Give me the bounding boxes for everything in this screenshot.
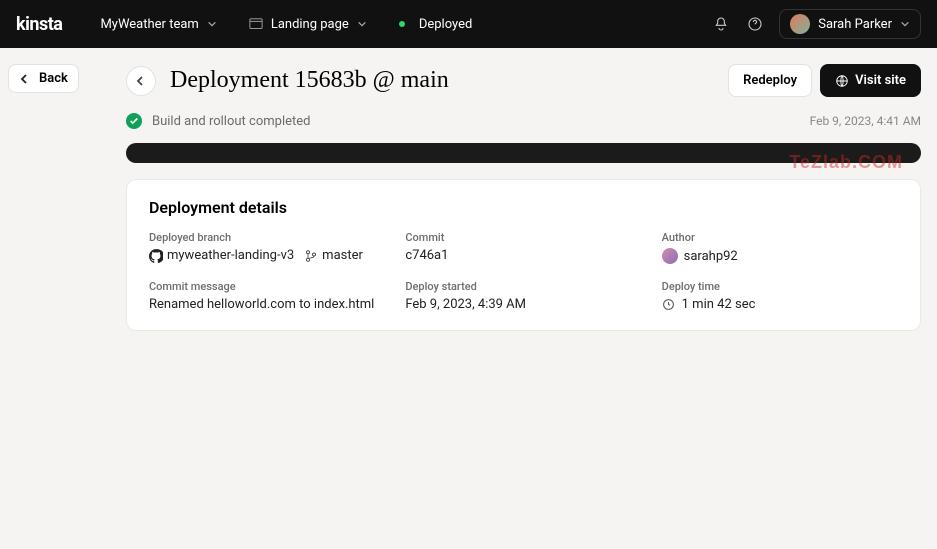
help-button[interactable] xyxy=(741,10,769,38)
author-label: Author xyxy=(662,231,898,244)
deploy-time-value: 1 min 42 sec xyxy=(682,297,756,312)
status-dot-icon xyxy=(399,21,405,27)
chevron-down-icon xyxy=(207,19,217,29)
commit-label: Commit xyxy=(405,231,641,244)
branch-name: master xyxy=(322,248,363,263)
logo: kinsta xyxy=(16,14,62,35)
arrow-left-icon xyxy=(19,73,31,85)
sidebar: Back xyxy=(0,48,126,549)
chevron-down-icon xyxy=(357,19,367,29)
visit-site-button[interactable]: Visit site xyxy=(820,64,921,97)
chevron-down-icon xyxy=(900,19,910,29)
commit-value: c746a1 xyxy=(405,248,641,263)
status-row: Build and rollout completed Feb 9, 2023,… xyxy=(126,113,921,129)
commit-msg-value: Renamed helloworld.com to index.html xyxy=(149,297,385,312)
deploy-started-label: Deploy started xyxy=(405,280,641,293)
check-icon xyxy=(126,113,142,129)
bell-icon xyxy=(713,16,729,32)
app-name: Landing page xyxy=(271,17,349,32)
status-text: Deployed xyxy=(419,17,473,32)
status-message: Build and rollout completed xyxy=(152,114,310,129)
globe-icon xyxy=(835,74,849,88)
page-header: Deployment 15683b @ main Redeploy Visit … xyxy=(126,64,921,97)
details-heading: Deployment details xyxy=(149,198,898,217)
branch-label: Deployed branch xyxy=(149,231,385,244)
arrow-left-icon xyxy=(135,75,147,87)
watermark: TeZlab.COM xyxy=(789,152,903,173)
help-icon xyxy=(747,16,763,32)
author-value: sarahp92 xyxy=(684,249,738,264)
team-dropdown[interactable]: MyWeather team xyxy=(90,11,226,38)
status-timestamp: Feb 9, 2023, 4:41 AM xyxy=(810,114,921,128)
branch-icon xyxy=(304,249,318,263)
avatar xyxy=(662,248,678,264)
branch-repo: myweather-landing-v3 xyxy=(167,248,294,263)
deploy-started-value: Feb 9, 2023, 4:39 AM xyxy=(405,297,641,312)
build-log[interactable]: TeZlab.COM xyxy=(126,143,921,163)
status-chip: Deployed xyxy=(389,11,483,38)
user-menu[interactable]: Sarah Parker xyxy=(779,9,921,39)
back-button[interactable]: Back xyxy=(8,64,79,93)
clock-icon xyxy=(662,298,676,312)
visit-label: Visit site xyxy=(855,73,906,88)
github-icon xyxy=(149,249,163,263)
user-name: Sarah Parker xyxy=(818,17,892,32)
header-back-button[interactable] xyxy=(126,66,156,96)
app-dropdown[interactable]: Landing page xyxy=(239,11,377,38)
notifications-button[interactable] xyxy=(707,10,735,38)
topbar: kinsta MyWeather team Landing page Deplo… xyxy=(0,0,937,48)
page-title: Deployment 15683b @ main xyxy=(170,67,720,94)
commit-msg-label: Commit message xyxy=(149,280,385,293)
deploy-time-label: Deploy time xyxy=(662,280,898,293)
app-icon xyxy=(249,17,263,31)
redeploy-button[interactable]: Redeploy xyxy=(728,64,812,97)
avatar xyxy=(790,14,810,34)
team-name: MyWeather team xyxy=(100,17,198,32)
back-label: Back xyxy=(39,71,68,86)
deployment-details-card: Deployment details Deployed branch mywea… xyxy=(126,179,921,331)
